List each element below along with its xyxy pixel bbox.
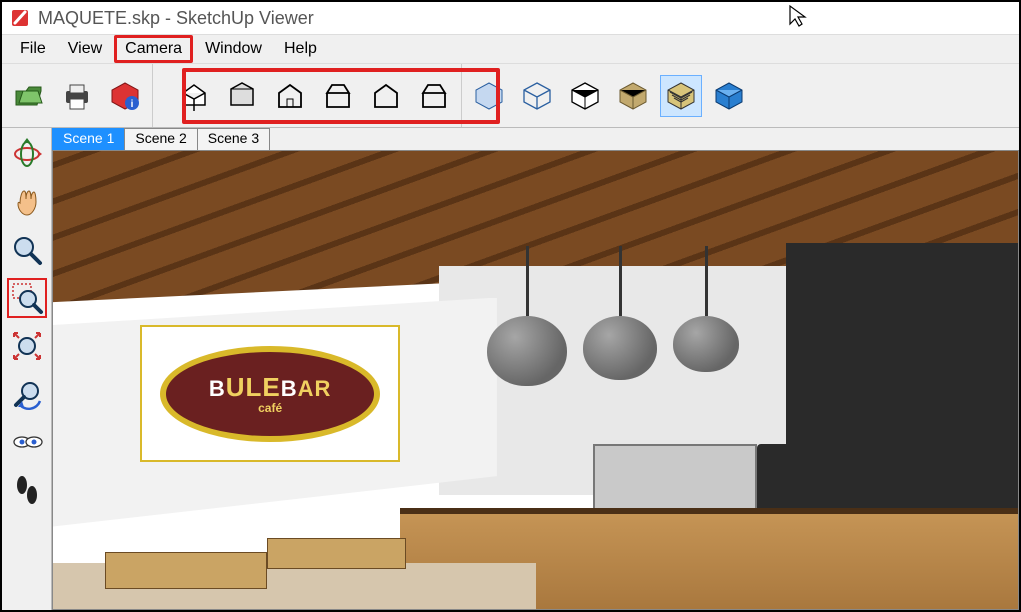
scene-tab-2[interactable]: Scene 2: [124, 128, 197, 150]
right-view-icon: [321, 79, 355, 113]
iso-view-button[interactable]: [173, 75, 215, 117]
pendant-lamp: [487, 316, 567, 386]
xray-icon: [472, 79, 506, 113]
zoom-button[interactable]: [7, 230, 47, 270]
menu-view[interactable]: View: [58, 36, 112, 62]
dining-tables: [82, 490, 468, 600]
app-window: MAQUETE.skp - SketchUp Viewer File View …: [0, 0, 1021, 612]
zoom-extents-icon: [10, 329, 44, 363]
content-row: Scene 1 Scene 2 Scene 3 BUL: [2, 128, 1019, 610]
menu-help[interactable]: Help: [274, 36, 327, 62]
top-toolbar: i: [2, 64, 1019, 128]
monochrome-icon: [712, 79, 746, 113]
zoom-icon: [10, 233, 44, 267]
right-view-button[interactable]: [317, 75, 359, 117]
main-area: Scene 1 Scene 2 Scene 3 BUL: [52, 128, 1019, 610]
print-icon: [60, 79, 94, 113]
left-view-icon: [417, 79, 451, 113]
pendant-lamp: [673, 316, 739, 372]
print-button[interactable]: [56, 75, 98, 117]
hiddenline-button[interactable]: [564, 75, 606, 117]
table: [267, 538, 406, 569]
front-view-button[interactable]: [269, 75, 311, 117]
left-view-button[interactable]: [413, 75, 455, 117]
scene-tabs: Scene 1 Scene 2 Scene 3: [52, 128, 1019, 150]
orbit-icon: [10, 137, 44, 171]
logo-sub-text: café: [258, 401, 282, 415]
views-toolbar-group: [153, 64, 462, 127]
back-view-button[interactable]: [365, 75, 407, 117]
coffee-grinder: [757, 444, 796, 517]
scene-tab-1[interactable]: Scene 1: [52, 128, 125, 150]
pan-icon: [10, 185, 44, 219]
open-button[interactable]: [8, 75, 50, 117]
iso-view-icon: [177, 79, 211, 113]
orbit-button[interactable]: [7, 134, 47, 174]
titlebar: MAQUETE.skp - SketchUp Viewer: [2, 2, 1019, 34]
front-view-icon: [273, 79, 307, 113]
hiddenline-icon: [568, 79, 602, 113]
shaded-textures-icon: [664, 79, 698, 113]
table: [105, 552, 267, 589]
menubar: File View Camera Window Help: [2, 34, 1019, 64]
shaded-icon: [616, 79, 650, 113]
shaded-button[interactable]: [612, 75, 654, 117]
file-toolbar-group: i: [2, 64, 153, 127]
pendant-lamps: [487, 316, 815, 444]
zoom-window-button[interactable]: [7, 278, 47, 318]
window-title: MAQUETE.skp - SketchUp Viewer: [38, 8, 314, 29]
pendant-lamp: [583, 316, 657, 380]
logo-main-text: BULEBAR: [209, 372, 332, 403]
menu-camera[interactable]: Camera: [114, 35, 193, 63]
menu-file[interactable]: File: [10, 36, 56, 62]
open-icon: [12, 79, 46, 113]
back-view-icon: [369, 79, 403, 113]
top-view-button[interactable]: [221, 75, 263, 117]
xray-button[interactable]: [468, 75, 510, 117]
3d-viewport[interactable]: BULEBAR café: [52, 150, 1019, 610]
pan-button[interactable]: [7, 182, 47, 222]
wireframe-button[interactable]: [516, 75, 558, 117]
look-around-button[interactable]: [7, 422, 47, 462]
logo-poster: BULEBAR café: [140, 325, 401, 462]
previous-view-icon: [10, 377, 44, 411]
monochrome-button[interactable]: [708, 75, 750, 117]
scene-tab-3[interactable]: Scene 3: [197, 128, 270, 150]
styles-toolbar-group: [462, 64, 756, 127]
walk-icon: [10, 473, 44, 507]
previous-view-button[interactable]: [7, 374, 47, 414]
shaded-textures-button[interactable]: [660, 75, 702, 117]
wireframe-icon: [520, 79, 554, 113]
zoom-window-icon: [10, 281, 44, 315]
menu-window[interactable]: Window: [195, 36, 272, 62]
camera-toolbar: [2, 128, 52, 610]
app-icon: [10, 8, 30, 28]
look-around-icon: [10, 425, 44, 459]
svg-text:i: i: [131, 99, 134, 110]
walk-button[interactable]: [7, 470, 47, 510]
model-info-button[interactable]: i: [104, 75, 146, 117]
bulebar-logo: BULEBAR café: [160, 346, 381, 442]
zoom-extents-button[interactable]: [7, 326, 47, 366]
top-view-icon: [225, 79, 259, 113]
model-info-icon: i: [108, 79, 142, 113]
